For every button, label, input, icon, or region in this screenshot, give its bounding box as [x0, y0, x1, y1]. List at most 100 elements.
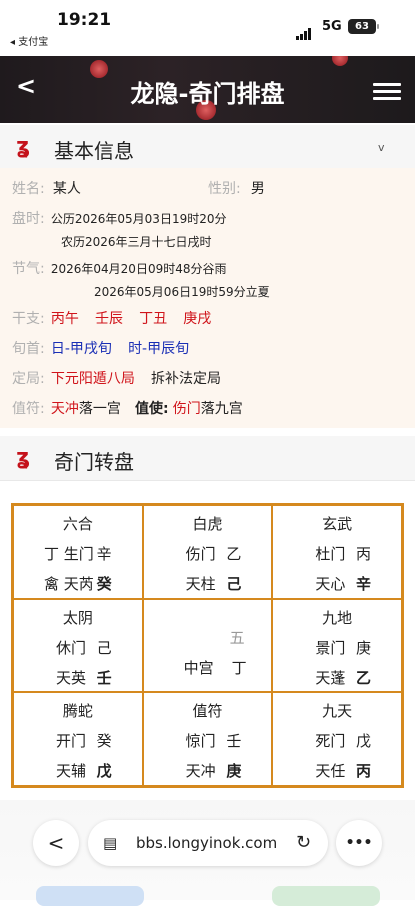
zhifu-label: 值符: [12, 401, 45, 417]
ganzhi-month: 壬辰 [95, 311, 123, 327]
jieqi-label: 节气: [12, 261, 45, 277]
jieqi-first: 2026年04月20日09时48分谷雨 [50, 262, 227, 276]
ju-value: 下元阳遁八局 [50, 371, 135, 387]
zhifu-row: 值符: 天冲落一宫 值使: 伤门落九宫 [12, 398, 243, 418]
center-palace-label: 中宫 [183, 658, 214, 677]
center-palace-stem: 丁 [231, 658, 247, 677]
solar-date: 公历2026年05月03日19时20分 [50, 212, 227, 226]
palace-door: 景门 [315, 638, 346, 657]
page-title: 龙隐-奇门排盘 [130, 80, 285, 108]
palace-god: 六合 [62, 515, 93, 533]
palace-earth-stem: 丙 [355, 762, 371, 781]
ju-label: 定局: [12, 371, 45, 387]
zhishi-palace: 落九宫 [200, 401, 243, 417]
browser-back-button[interactable]: < [33, 820, 79, 866]
palace-star: 天蓬 [315, 668, 346, 687]
palace-number: 五 [229, 628, 245, 647]
palace-door: 丁 生门 [44, 545, 94, 563]
jieqi-row: 节气: 2026年04月20日09时48分谷雨 [12, 258, 226, 278]
palace-god: 腾蛇 [62, 702, 93, 721]
palace-door: 休门 [56, 638, 87, 657]
palace-star: 天英 [56, 668, 87, 687]
pan-header[interactable]: ʓ 奇门转盘 [0, 436, 415, 481]
palace-stem: 辛 [96, 545, 112, 563]
palace-god: 值符 [192, 702, 223, 721]
name-row: 姓名: 某人 [12, 178, 81, 198]
battery-icon: 63 [348, 19, 379, 34]
xunshou-hour: 时-甲辰旬 [128, 341, 190, 357]
decoration-dot [332, 56, 348, 66]
app-header: < 龙隐-奇门排盘 [0, 56, 415, 123]
palace-stem: 乙 [226, 545, 242, 563]
address-bar[interactable]: ▤ bbs.longyinok.com ↻ [88, 820, 328, 866]
zhishi-door: 伤门 [172, 401, 201, 417]
palace-star: 天冲 [185, 762, 216, 781]
gender-value: 男 [250, 181, 265, 197]
palace-god: 玄武 [322, 515, 353, 533]
gender-row: 性别: 男 [208, 178, 265, 198]
status-bar: 19:21 ◂ 支付宝 5G 63 [0, 0, 415, 56]
palace-cell[interactable]: 玄武 杜门 丙 天心 辛 [272, 505, 402, 599]
ganzhi-label: 干支: [12, 311, 45, 327]
palace-cell-center[interactable]: 五 中宫 丁 [142, 598, 273, 693]
more-button[interactable]: ••• [336, 820, 382, 866]
palace-door: 伤门 [185, 545, 216, 563]
palace-god: 白虎 [192, 515, 223, 533]
ganzhi-year: 丙午 [50, 311, 79, 327]
network-type: 5G [322, 19, 342, 34]
zhifu-palace: 落一宫 [78, 401, 121, 417]
ju-method: 拆补法定局 [151, 371, 221, 387]
reload-icon[interactable]: ↻ [296, 832, 311, 853]
ju-row: 定局: 下元阳遁八局 拆补法定局 [12, 368, 221, 388]
palace-cell[interactable]: 九地 景门 庚 天蓬 乙 [272, 598, 402, 693]
signal-icon [296, 21, 312, 40]
menu-icon[interactable] [373, 83, 401, 104]
palace-god: 九天 [322, 702, 353, 721]
palace-cell[interactable]: 九天 死门 戊 天任 丙 [272, 692, 402, 786]
palace-earth-stem: 壬 [96, 668, 112, 687]
bottom-tab-hint [272, 886, 380, 906]
palace-star: 天柱 [185, 575, 216, 593]
xunshou-row: 旬首: 日-甲戌旬 时-甲辰旬 [12, 338, 189, 358]
palace-stem: 壬 [226, 732, 242, 751]
palace-star: 禽 天芮 [44, 575, 94, 593]
jieqi-second: 2026年05月06日19时59分立夏 [94, 285, 270, 299]
palace-cell[interactable]: 腾蛇 开门 癸 天辅 戊 [13, 692, 143, 786]
palace-door: 死门 [315, 732, 346, 751]
palace-door: 开门 [56, 732, 87, 751]
back-to-app-link[interactable]: ◂ 支付宝 [10, 33, 48, 48]
palace-earth-stem: 己 [226, 575, 242, 593]
status-time: 19:21 [57, 10, 112, 30]
palace-stem: 庚 [355, 638, 371, 657]
palace-cell[interactable]: 值符 惊门 壬 天冲 庚 [142, 692, 273, 786]
gender-label: 性别: [208, 181, 241, 197]
palace-cell[interactable]: 六合 丁 生门 辛 禽 天芮 癸 [13, 505, 143, 599]
dragon-logo-icon: ʓ [16, 445, 31, 470]
palace-god: 九地 [322, 608, 353, 627]
palace-god: 太阴 [62, 608, 93, 627]
bottom-tab-hint [36, 886, 144, 906]
pan-title: 奇门转盘 [54, 450, 134, 474]
chevron-down-icon[interactable]: v [378, 141, 385, 154]
name-label: 姓名: [12, 181, 45, 197]
palace-stem: 癸 [96, 732, 112, 751]
palace-stem: 己 [96, 638, 112, 657]
zhifu-star: 天冲 [50, 401, 79, 417]
palace-star: 天辅 [56, 762, 87, 781]
palace-door: 杜门 [315, 545, 346, 563]
palace-door: 惊门 [185, 732, 216, 751]
palace-stem: 丙 [355, 545, 371, 563]
palace-cell[interactable]: 太阴 休门 己 天英 壬 [13, 598, 143, 693]
lunar-date: 农历2026年三月十七日戌时 [61, 235, 212, 249]
ganzhi-hour: 庚戌 [183, 311, 212, 327]
palace-earth-stem: 辛 [355, 575, 371, 593]
dragon-logo-icon: ʓ [16, 134, 31, 159]
basic-info-title: 基本信息 [54, 139, 134, 163]
basic-info-header[interactable]: ʓ 基本信息 v [0, 125, 415, 170]
qimen-grid: 六合 丁 生门 辛 禽 天芮 癸 白虎 伤门 乙 天柱 己 玄武 杜门 丙 天心… [11, 503, 404, 788]
palace-earth-stem: 癸 [96, 575, 112, 593]
palace-earth-stem: 庚 [226, 762, 242, 781]
palace-star: 天任 [315, 762, 346, 781]
palace-cell[interactable]: 白虎 伤门 乙 天柱 己 [142, 505, 273, 599]
palace-earth-stem: 乙 [355, 668, 371, 687]
